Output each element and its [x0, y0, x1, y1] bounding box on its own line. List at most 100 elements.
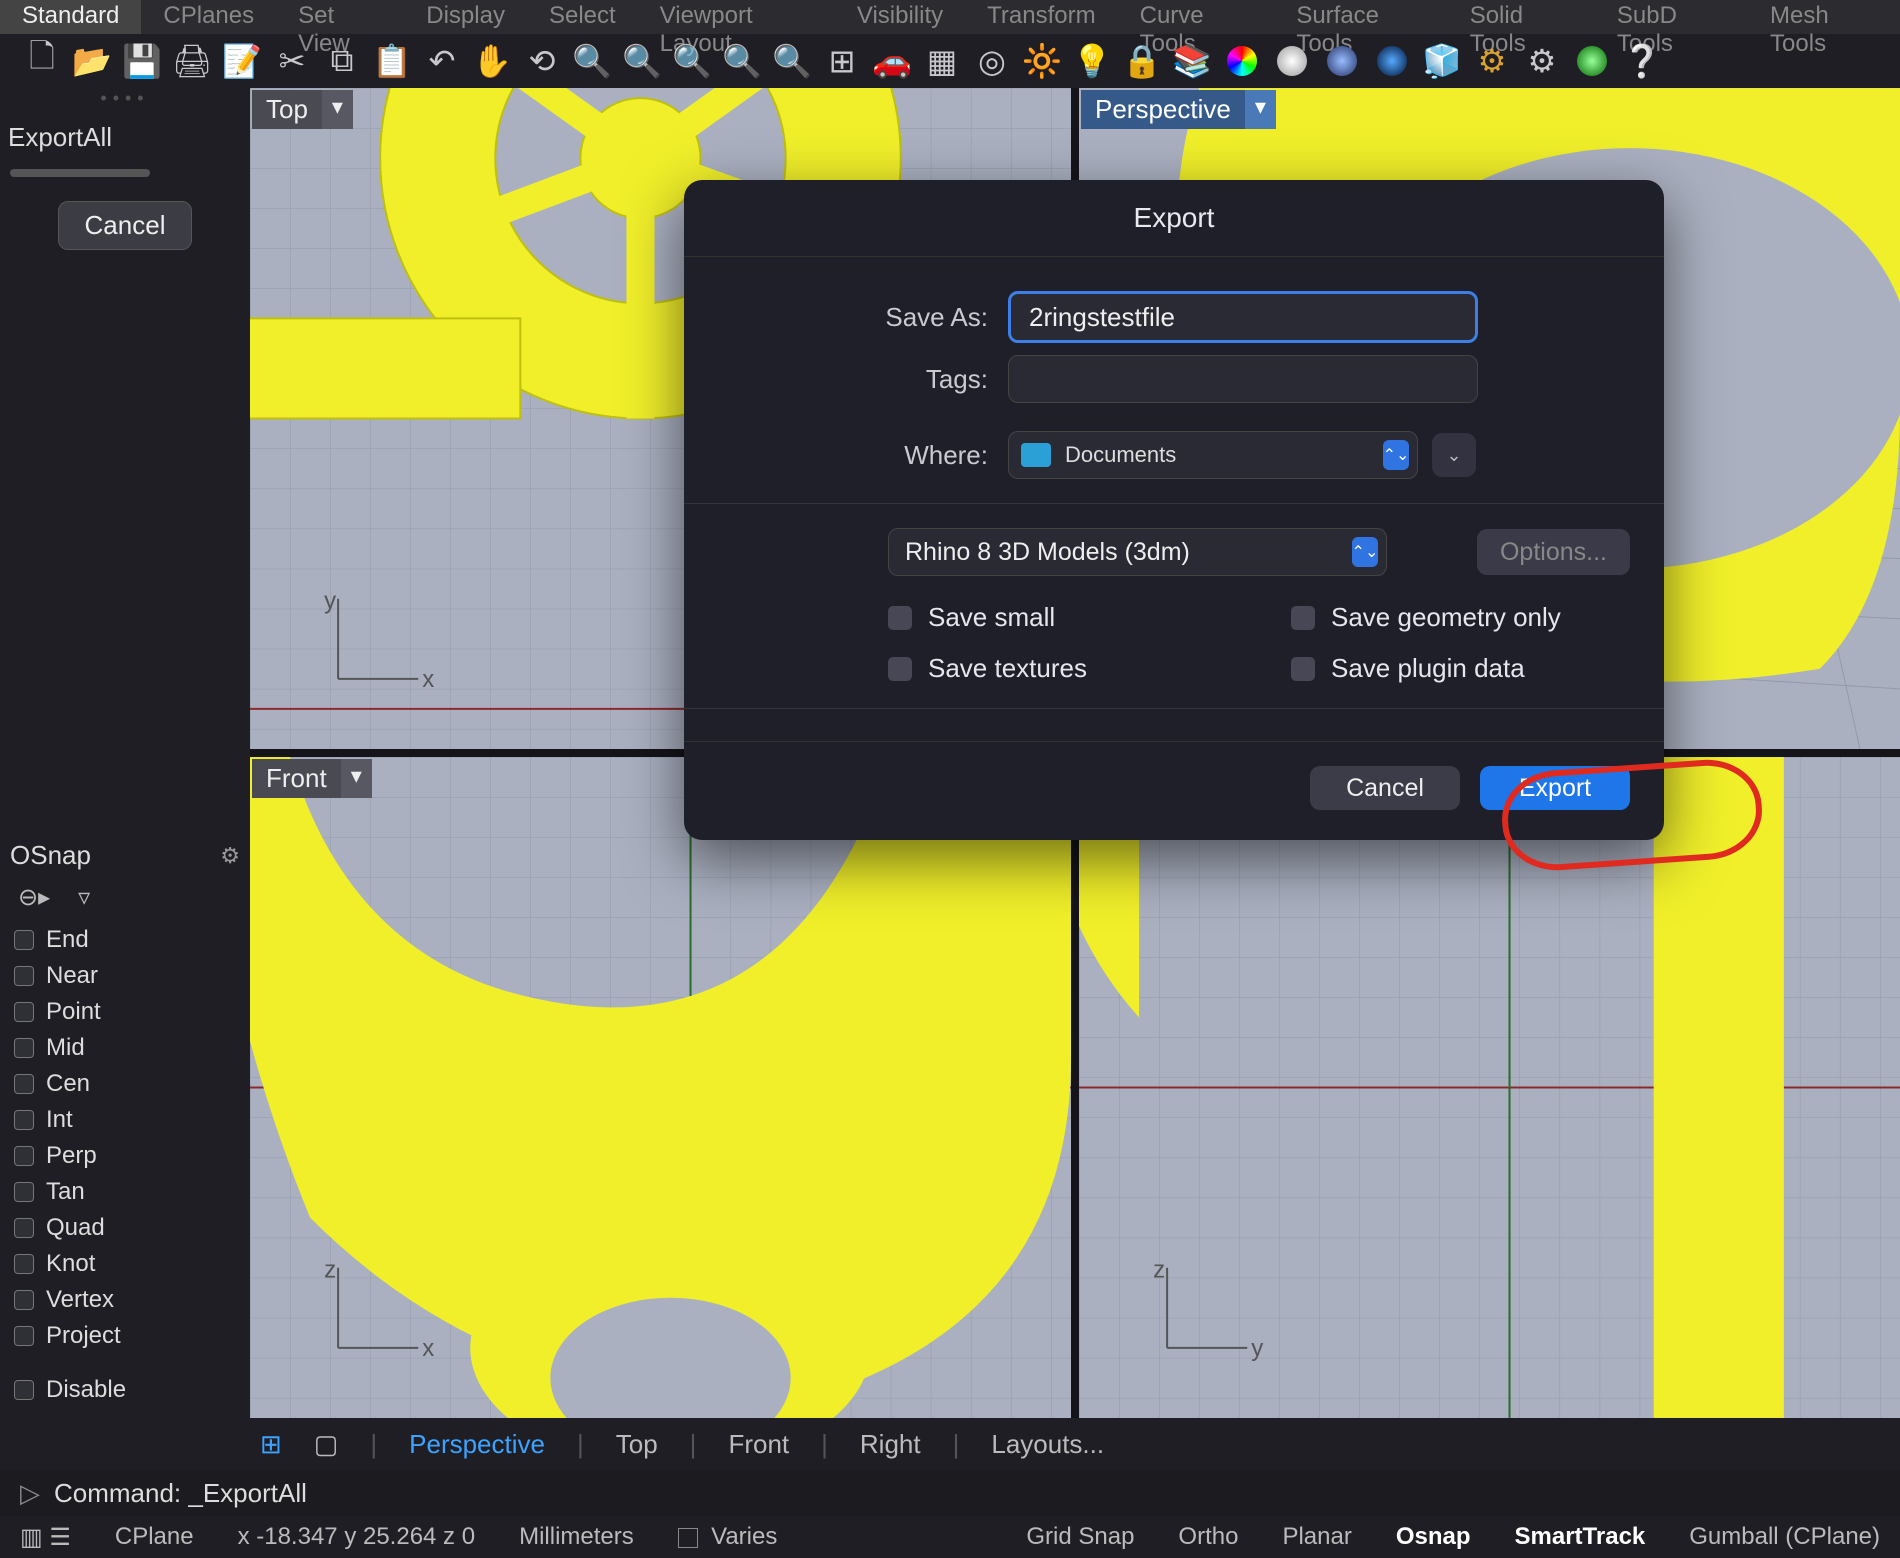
saveas-input[interactable]: [1008, 291, 1478, 343]
four-view-icon[interactable]: ⊞: [820, 39, 864, 83]
status-gumball[interactable]: Gumball (CPlane): [1689, 1523, 1880, 1551]
status-gridsnap[interactable]: Grid Snap: [1026, 1523, 1134, 1551]
new-file-icon[interactable]: 🗋: [20, 39, 64, 83]
status-units[interactable]: Millimeters: [519, 1523, 634, 1551]
grad-edit-icon[interactable]: [1270, 39, 1314, 83]
osnap-tan-checkbox[interactable]: [14, 1182, 34, 1202]
tab-transform[interactable]: Transform: [965, 0, 1117, 34]
status-layout-icon[interactable]: ▥ ☰: [20, 1523, 71, 1552]
osnap-mode-icon[interactable]: ⊖▸: [18, 883, 50, 912]
plugin-icon[interactable]: ⚙: [1520, 39, 1564, 83]
osnap-perp-checkbox[interactable]: [14, 1146, 34, 1166]
viewport-top-label[interactable]: Top: [252, 90, 322, 129]
tab-solid-tools[interactable]: Solid Tools: [1448, 0, 1595, 34]
viewport-front-dd-icon[interactable]: ▾: [341, 759, 372, 798]
tab-cplanes[interactable]: CPlanes: [141, 0, 276, 34]
osnap-near-checkbox[interactable]: [14, 966, 34, 986]
notes-icon[interactable]: 📝: [220, 39, 264, 83]
open-icon[interactable]: 📂: [70, 39, 114, 83]
osnap-disable-checkbox[interactable]: [14, 1380, 34, 1400]
copy-icon[interactable]: ⧉: [320, 39, 364, 83]
print-icon[interactable]: 🖨: [170, 39, 214, 83]
zoom-ext-icon[interactable]: 🔍: [720, 39, 764, 83]
format-select[interactable]: Rhino 8 3D Models (3dm) ⌃⌄: [888, 528, 1387, 576]
osnap-knot-checkbox[interactable]: [14, 1254, 34, 1274]
render-preview-icon[interactable]: ▦: [920, 39, 964, 83]
sphere2-icon[interactable]: [1370, 39, 1414, 83]
sphere1-icon[interactable]: [1320, 39, 1364, 83]
tab-select[interactable]: Select: [527, 0, 638, 34]
viewport-top-dd-icon[interactable]: ▾: [322, 90, 353, 129]
zoom-in-icon[interactable]: 🔍: [570, 39, 614, 83]
options-button[interactable]: Options...: [1477, 529, 1630, 575]
dialog-export-button[interactable]: Export: [1480, 766, 1630, 810]
osnap-cen-checkbox[interactable]: [14, 1074, 34, 1094]
panel-handle-icon[interactable]: ••••: [0, 88, 250, 108]
save-geometry-checkbox[interactable]: [1291, 606, 1315, 630]
btab-layouts[interactable]: Layouts...: [991, 1429, 1104, 1460]
status-cplane[interactable]: CPlane: [115, 1523, 194, 1551]
tags-input[interactable]: [1008, 355, 1478, 403]
osnap-gear-icon[interactable]: ⚙: [220, 843, 240, 869]
dialog-cancel-button[interactable]: Cancel: [1310, 766, 1460, 810]
btab-perspective[interactable]: Perspective: [409, 1429, 545, 1460]
options-icon[interactable]: 🧊: [1420, 39, 1464, 83]
osnap-point-checkbox[interactable]: [14, 1002, 34, 1022]
viewport-front[interactable]: z x Front▾: [250, 757, 1071, 1418]
zoom-sel-icon[interactable]: 🔍: [670, 39, 714, 83]
osnap-filter-icon[interactable]: ▿: [78, 883, 90, 912]
osnap-int-checkbox[interactable]: [14, 1110, 34, 1130]
where-expand-button[interactable]: ⌄: [1432, 433, 1476, 477]
render-icon[interactable]: 🚗: [870, 39, 914, 83]
btab-right[interactable]: Right: [860, 1429, 921, 1460]
viewport-persp-dd-icon[interactable]: ▾: [1245, 90, 1276, 129]
save-textures-checkbox[interactable]: [888, 657, 912, 681]
layers-icon[interactable]: 📚: [1170, 39, 1214, 83]
rotate-view-icon[interactable]: ⟲: [520, 39, 564, 83]
save-icon[interactable]: 💾: [120, 39, 164, 83]
status-layer-swatch[interactable]: [678, 1528, 698, 1548]
viewport-front-label[interactable]: Front: [252, 759, 341, 798]
light-icon[interactable]: 🔆: [1020, 39, 1064, 83]
help-sphere-icon[interactable]: [1570, 39, 1614, 83]
status-ortho[interactable]: Ortho: [1178, 1523, 1238, 1551]
osnap-mid-checkbox[interactable]: [14, 1038, 34, 1058]
viewport-right[interactable]: z y: [1079, 757, 1900, 1418]
tab-standard[interactable]: Standard: [0, 0, 141, 34]
side-cancel-button[interactable]: Cancel: [58, 201, 193, 250]
help-icon[interactable]: ❔: [1620, 39, 1664, 83]
zoom-all-icon[interactable]: 🔍: [770, 39, 814, 83]
status-smarttrack[interactable]: SmartTrack: [1515, 1523, 1646, 1551]
bulb-icon[interactable]: 💡: [1070, 39, 1114, 83]
undo-icon[interactable]: ↶: [420, 39, 464, 83]
btab-top[interactable]: Top: [616, 1429, 658, 1460]
save-small-checkbox[interactable]: [888, 606, 912, 630]
materials-icon[interactable]: [1220, 39, 1264, 83]
osnap-end-checkbox[interactable]: [14, 930, 34, 950]
viewport-persp-label[interactable]: Perspective: [1081, 90, 1245, 129]
single-view-btn-icon[interactable]: ▢: [314, 1429, 339, 1460]
osnap-project-checkbox[interactable]: [14, 1326, 34, 1346]
pan-icon[interactable]: ✋: [470, 39, 514, 83]
tab-display[interactable]: Display: [404, 0, 527, 34]
tab-visibility[interactable]: Visibility: [835, 0, 965, 34]
tab-curve-tools[interactable]: Curve Tools: [1118, 0, 1275, 34]
where-select[interactable]: Documents ⌃⌄: [1008, 431, 1418, 479]
status-osnap[interactable]: Osnap: [1396, 1523, 1471, 1551]
status-planar[interactable]: Planar: [1282, 1523, 1351, 1551]
tab-setview[interactable]: Set View: [276, 0, 404, 34]
four-view-btn-icon[interactable]: ⊞: [260, 1429, 282, 1460]
btab-front[interactable]: Front: [728, 1429, 789, 1460]
lock-icon[interactable]: 🔒: [1120, 39, 1164, 83]
tab-subd-tools[interactable]: SubD Tools: [1595, 0, 1748, 34]
target-icon[interactable]: ◎: [970, 39, 1014, 83]
cut-icon[interactable]: ✂: [270, 39, 314, 83]
zoom-window-icon[interactable]: 🔍: [620, 39, 664, 83]
tab-viewport-layout[interactable]: Viewport Layout: [638, 0, 835, 34]
paste-icon[interactable]: 📋: [370, 39, 414, 83]
tab-surface-tools[interactable]: Surface Tools: [1274, 0, 1447, 34]
gear-icon[interactable]: ⚙: [1470, 39, 1514, 83]
command-line[interactable]: ▷ Command: _ExportAll: [0, 1470, 1900, 1516]
save-plugin-checkbox[interactable]: [1291, 657, 1315, 681]
osnap-quad-checkbox[interactable]: [14, 1218, 34, 1238]
